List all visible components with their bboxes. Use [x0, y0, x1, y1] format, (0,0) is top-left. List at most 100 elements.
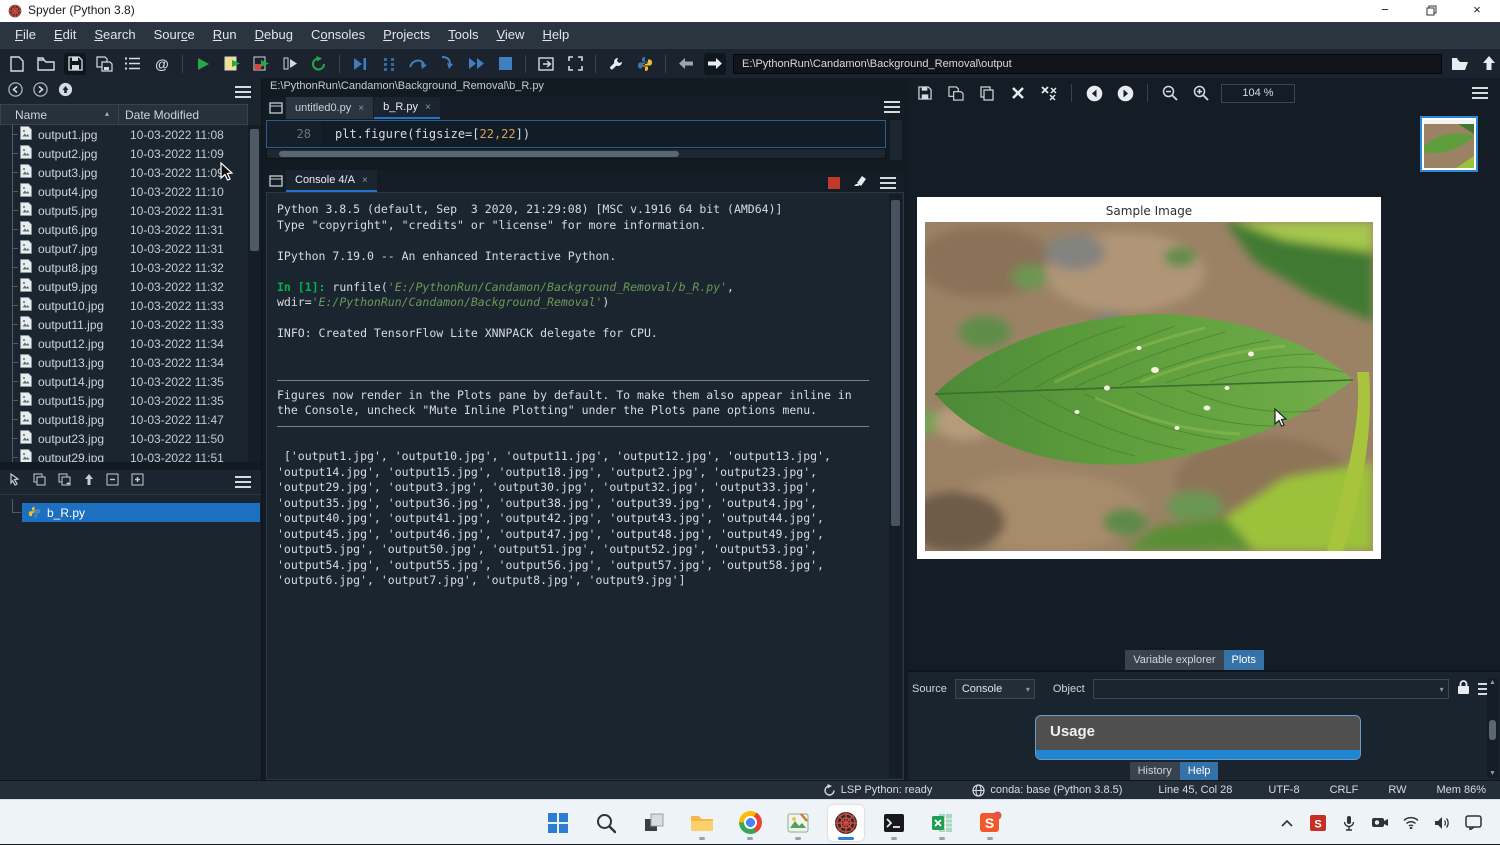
file-row[interactable]: output29.jpg 10-03-2022 11:51	[0, 448, 248, 462]
remove-plot-icon[interactable]	[1007, 82, 1029, 104]
microphone-icon[interactable]	[1340, 814, 1358, 832]
zoom-out-icon[interactable]	[1159, 82, 1181, 104]
sublime-badge-icon[interactable]: S	[1309, 814, 1327, 832]
plots-options-icon[interactable]	[1472, 87, 1488, 99]
plot-thumbnail-selected[interactable]	[1420, 116, 1478, 172]
save-plot-icon[interactable]	[914, 82, 936, 104]
file-row[interactable]: output1.jpg 10-03-2022 11:08	[0, 125, 248, 144]
tab-plots[interactable]: Plots	[1224, 650, 1264, 670]
step-into-icon[interactable]	[436, 53, 458, 75]
run-icon[interactable]	[192, 53, 214, 75]
new-file-icon[interactable]	[6, 53, 28, 75]
menu-item[interactable]: Consoles	[302, 22, 374, 48]
zoom-level[interactable]: 104 %	[1221, 84, 1295, 103]
help-scrollbar[interactable]: ▲ ▼	[1487, 678, 1498, 778]
editor-options-icon[interactable]	[884, 101, 900, 113]
clear-console-icon[interactable]	[852, 174, 868, 192]
column-name[interactable]: Name	[15, 108, 47, 122]
browse-tabs-icon[interactable]	[266, 97, 286, 119]
menu-item[interactable]: Debug	[246, 22, 302, 48]
menu-item[interactable]: File	[6, 22, 45, 48]
copy-icon[interactable]	[33, 473, 46, 491]
file-row[interactable]: output6.jpg 10-03-2022 11:31	[0, 220, 248, 239]
tab-b-r-py[interactable]: b_R.py ×	[374, 97, 440, 119]
tab-history[interactable]: History	[1130, 762, 1180, 780]
python-path-icon[interactable]	[634, 53, 656, 75]
close-tab-icon[interactable]: ×	[425, 102, 431, 113]
file-row[interactable]: output23.jpg 10-03-2022 11:50	[0, 429, 248, 448]
next-directory-icon[interactable]	[33, 82, 48, 102]
terminal-icon[interactable]	[876, 805, 912, 841]
close-tab-icon[interactable]: ×	[358, 103, 364, 114]
menu-item[interactable]: View	[487, 22, 533, 48]
forward-icon[interactable]	[704, 53, 726, 75]
continue-icon[interactable]	[465, 53, 487, 75]
minimize-button[interactable]: −	[1362, 0, 1408, 22]
file-row[interactable]: output10.jpg 10-03-2022 11:33	[0, 296, 248, 315]
file-explorer-icon[interactable]	[684, 805, 720, 841]
chat-icon[interactable]	[1464, 814, 1482, 832]
tab-console-4a[interactable]: Console 4/A ×	[286, 170, 377, 192]
file-row[interactable]: output5.jpg 10-03-2022 11:31	[0, 201, 248, 220]
restore-button[interactable]	[1408, 0, 1454, 22]
interrupt-kernel-icon[interactable]	[828, 177, 840, 189]
search-icon[interactable]	[588, 805, 624, 841]
source-select[interactable]: Console▾	[955, 679, 1035, 699]
object-input[interactable]: ▾	[1093, 679, 1449, 699]
step-over-icon[interactable]	[407, 53, 429, 75]
console-options-icon[interactable]	[880, 177, 896, 189]
stop-debug-icon[interactable]	[494, 53, 516, 75]
previous-plot-icon[interactable]	[1083, 82, 1105, 104]
explorer-options-icon[interactable]	[235, 86, 251, 98]
menu-item[interactable]: Edit	[45, 22, 85, 48]
run-selection-icon[interactable]	[279, 53, 301, 75]
next-plot-icon[interactable]	[1114, 82, 1136, 104]
back-icon[interactable]	[675, 53, 697, 75]
file-row[interactable]: output3.jpg 10-03-2022 11:09	[0, 163, 248, 182]
fullscreen-icon[interactable]	[564, 53, 586, 75]
volume-icon[interactable]	[1433, 814, 1451, 832]
file-row[interactable]: output18.jpg 10-03-2022 11:47	[0, 410, 248, 429]
open-file-icon[interactable]	[35, 53, 57, 75]
tray-expand-icon[interactable]	[1278, 814, 1296, 832]
file-row[interactable]: output11.jpg 10-03-2022 11:33	[0, 315, 248, 334]
copy-image-icon[interactable]	[976, 82, 998, 104]
zoom-in-icon[interactable]	[1190, 82, 1212, 104]
wifi-icon[interactable]	[1402, 814, 1420, 832]
sublime-text-icon[interactable]: S	[972, 805, 1008, 841]
lock-icon[interactable]	[1457, 680, 1470, 698]
file-row[interactable]: output14.jpg 10-03-2022 11:35	[0, 372, 248, 391]
start-button[interactable]	[540, 805, 576, 841]
maximize-pane-icon[interactable]	[535, 53, 557, 75]
debug-file-icon[interactable]	[349, 53, 371, 75]
column-date-modified[interactable]: Date Modified	[125, 108, 199, 122]
move-up-icon[interactable]	[84, 473, 94, 491]
menu-item[interactable]: Help	[533, 22, 578, 48]
file-row[interactable]: output4.jpg 10-03-2022 11:10	[0, 182, 248, 201]
excel-icon[interactable]	[924, 805, 960, 841]
pane-splitter[interactable]	[0, 462, 261, 470]
save-all-plots-icon[interactable]	[945, 82, 967, 104]
parent-directory-icon[interactable]	[1478, 53, 1500, 75]
console-scrollbar[interactable]	[889, 194, 902, 778]
close-button[interactable]: ×	[1454, 0, 1500, 22]
go-to-cursor-icon[interactable]	[8, 473, 21, 491]
tab-variable-explorer[interactable]: Variable explorer	[1125, 650, 1223, 670]
file-row[interactable]: output8.jpg 10-03-2022 11:32	[0, 258, 248, 277]
re-run-cell-icon[interactable]	[250, 53, 272, 75]
debug-cell-icon[interactable]	[378, 53, 400, 75]
chrome-icon[interactable]	[732, 805, 768, 841]
browse-tabs-icon[interactable]	[266, 170, 286, 192]
code-editor[interactable]: 28 plt.figure(figsize=[22,22])	[266, 120, 886, 148]
previous-directory-icon[interactable]	[8, 82, 23, 102]
file-row[interactable]: output15.jpg 10-03-2022 11:35	[0, 391, 248, 410]
file-list-header[interactable]: Name ▴ Date Modified	[0, 104, 248, 125]
close-tab-icon[interactable]: ×	[362, 175, 368, 186]
camera-icon[interactable]	[1371, 814, 1389, 832]
expand-all-icon[interactable]	[131, 473, 144, 491]
save-icon[interactable]	[64, 53, 86, 75]
run-cell-icon[interactable]	[221, 53, 243, 75]
ipython-console[interactable]: Python 3.8.5 (default, Sep 3 2020, 21:29…	[266, 192, 904, 780]
menu-item[interactable]: Source	[145, 22, 204, 48]
file-row[interactable]: output12.jpg 10-03-2022 11:34	[0, 334, 248, 353]
